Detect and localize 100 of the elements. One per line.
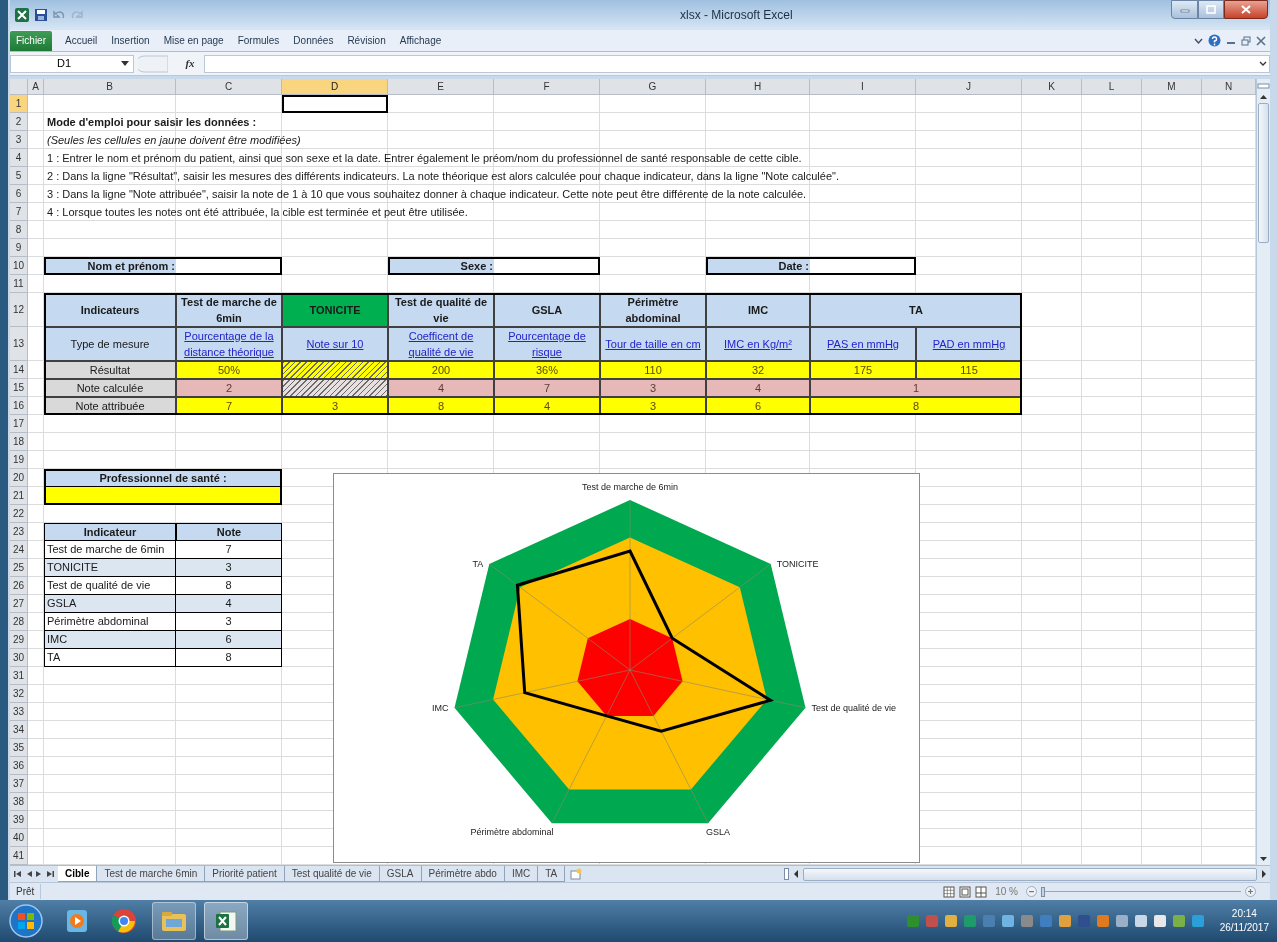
- input-field[interactable]: [44, 487, 282, 505]
- row-header[interactable]: 5: [10, 167, 28, 185]
- restore-icon[interactable]: [1241, 35, 1251, 46]
- split-handle-icon[interactable]: [1257, 81, 1270, 91]
- split-handle-icon[interactable]: [784, 868, 789, 880]
- row-header[interactable]: 28: [10, 613, 28, 631]
- measure-link[interactable]: Pourcentage de risque: [494, 327, 600, 361]
- sheet-tab[interactable]: Test qualité de vie: [284, 866, 380, 882]
- scroll-thumb[interactable]: [803, 867, 1257, 881]
- sheet-tab[interactable]: Cible: [58, 866, 98, 882]
- taskbar-app[interactable]: [152, 902, 196, 940]
- row-header[interactable]: 12: [10, 293, 28, 327]
- row-header[interactable]: 3: [10, 131, 28, 149]
- row-header[interactable]: 11: [10, 275, 28, 293]
- row-header[interactable]: 8: [10, 221, 28, 239]
- row-header[interactable]: 23: [10, 523, 28, 541]
- file-tab[interactable]: Fichier: [10, 30, 52, 51]
- row-header[interactable]: 39: [10, 811, 28, 829]
- dropdown-icon[interactable]: [121, 60, 129, 67]
- next-sheet-icon[interactable]: [36, 870, 42, 878]
- row-header[interactable]: 7: [10, 203, 28, 221]
- row-header[interactable]: 17: [10, 415, 28, 433]
- ribbon-tab[interactable]: Insertion: [104, 30, 157, 51]
- expand-icon[interactable]: [1259, 60, 1267, 67]
- row-header[interactable]: 36: [10, 757, 28, 775]
- row-header[interactable]: 33: [10, 703, 28, 721]
- formula-input[interactable]: [204, 54, 1270, 73]
- column-header[interactable]: K: [1022, 79, 1082, 95]
- row-header[interactable]: 26: [10, 577, 28, 595]
- row-header[interactable]: 9: [10, 239, 28, 257]
- scroll-left-icon[interactable]: [792, 869, 800, 879]
- tray-icon[interactable]: [1133, 914, 1148, 928]
- column-header[interactable]: N: [1202, 79, 1256, 95]
- selected-cell[interactable]: [282, 95, 388, 113]
- measure-link[interactable]: PAD en mmHg: [916, 327, 1022, 361]
- measure-link[interactable]: PAS en mmHg: [810, 327, 916, 361]
- zoom-out-icon[interactable]: [1026, 886, 1037, 897]
- ribbon-tab[interactable]: Mise en page: [156, 30, 231, 51]
- insert-function-button[interactable]: fx: [180, 55, 200, 72]
- minimize-button[interactable]: [1171, 0, 1198, 19]
- browser-icon[interactable]: [110, 907, 138, 935]
- row-header[interactable]: 16: [10, 397, 28, 415]
- sheet-tab[interactable]: Priorité patient: [205, 866, 285, 882]
- ribbon-tab[interactable]: Affichage: [392, 30, 449, 51]
- zoom-in-icon[interactable]: [1245, 886, 1256, 897]
- row-header[interactable]: 19: [10, 451, 28, 469]
- sheet-tab[interactable]: IMC: [504, 866, 539, 882]
- sheet-tab[interactable]: Périmètre abdo: [421, 866, 505, 882]
- normal-view-icon[interactable]: [943, 885, 956, 898]
- column-header[interactable]: I: [810, 79, 916, 95]
- row-header[interactable]: 18: [10, 433, 28, 451]
- column-header[interactable]: L: [1082, 79, 1142, 95]
- close-button[interactable]: [1224, 0, 1268, 19]
- row-header[interactable]: 22: [10, 505, 28, 523]
- last-sheet-icon[interactable]: [46, 870, 54, 878]
- maximize-button[interactable]: [1198, 0, 1224, 19]
- column-header[interactable]: B: [44, 79, 176, 95]
- row-header[interactable]: 25: [10, 559, 28, 577]
- row-header[interactable]: 6: [10, 185, 28, 203]
- tray-icon[interactable]: [1171, 914, 1186, 928]
- row-header[interactable]: 41: [10, 847, 28, 865]
- scroll-thumb[interactable]: [1258, 103, 1269, 243]
- column-header[interactable]: C: [176, 79, 282, 95]
- excel-icon[interactable]: [14, 7, 30, 23]
- start-button-icon[interactable]: [8, 903, 44, 939]
- previous-sheet-icon[interactable]: [26, 870, 32, 878]
- row-header[interactable]: 24: [10, 541, 28, 559]
- column-header[interactable]: J: [916, 79, 1022, 95]
- row-header[interactable]: 27: [10, 595, 28, 613]
- row-header[interactable]: 20: [10, 469, 28, 487]
- row-header[interactable]: 4: [10, 149, 28, 167]
- slider-thumb[interactable]: [1041, 886, 1045, 897]
- help-icon[interactable]: [1208, 34, 1221, 47]
- measure-link[interactable]: Tour de taille en cm: [600, 327, 706, 361]
- column-header[interactable]: E: [388, 79, 494, 95]
- row-header[interactable]: 37: [10, 775, 28, 793]
- row-header[interactable]: 32: [10, 685, 28, 703]
- close-icon[interactable]: [1256, 35, 1266, 46]
- row-header[interactable]: 15: [10, 379, 28, 397]
- row-header[interactable]: 35: [10, 739, 28, 757]
- measure-link[interactable]: Pourcentage de la distance théorique: [176, 327, 282, 361]
- row-header[interactable]: 14: [10, 361, 28, 379]
- column-header[interactable]: A: [28, 79, 44, 95]
- save-icon[interactable]: [34, 8, 48, 22]
- row-header[interactable]: 13: [10, 327, 28, 361]
- column-header[interactable]: D: [282, 79, 388, 95]
- ribbon-tab[interactable]: Formules: [230, 30, 287, 51]
- row-header[interactable]: 29: [10, 631, 28, 649]
- page-break-icon[interactable]: [975, 885, 988, 898]
- column-header[interactable]: H: [706, 79, 810, 95]
- tray-icon[interactable]: [1095, 914, 1110, 928]
- row-header[interactable]: 21: [10, 487, 28, 505]
- measure-link[interactable]: Coefficent de qualité de vie: [388, 327, 494, 361]
- row-header[interactable]: 34: [10, 721, 28, 739]
- sheet-tab[interactable]: GSLA: [379, 866, 422, 882]
- row-header[interactable]: 2: [10, 113, 28, 131]
- measure-link[interactable]: IMC en Kg/m²: [706, 327, 810, 361]
- tray-icon[interactable]: [1114, 914, 1129, 928]
- page-layout-icon[interactable]: [959, 885, 972, 898]
- row-header[interactable]: 30: [10, 649, 28, 667]
